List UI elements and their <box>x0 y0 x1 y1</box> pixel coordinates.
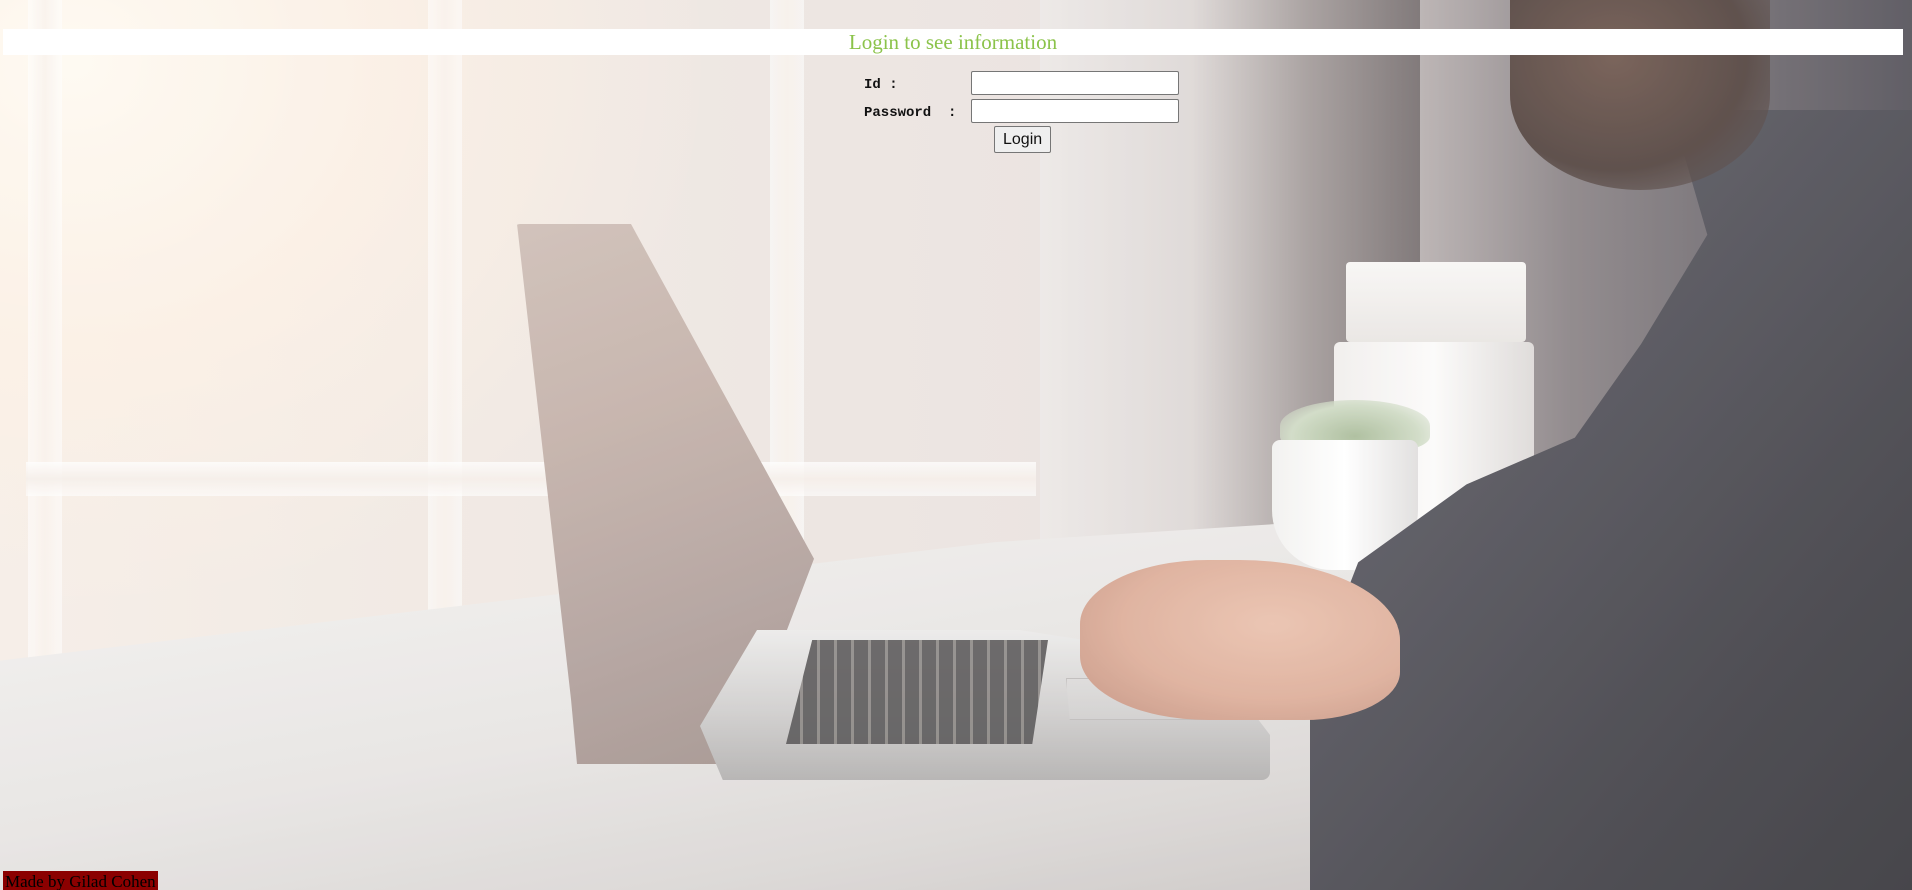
background-candle <box>1334 342 1534 552</box>
background-photo <box>0 0 720 620</box>
window-frame-left <box>28 0 62 690</box>
password-input[interactable] <box>971 99 1179 123</box>
login-page: Login to see information Id : Password :… <box>0 0 1912 890</box>
background-candle-top <box>1346 262 1526 342</box>
window-frame-right <box>770 0 804 620</box>
background-plant <box>1280 400 1430 452</box>
page-title: Login to see information <box>848 30 1058 54</box>
background-pot <box>1272 440 1418 570</box>
background-trackpad <box>1066 678 1254 720</box>
id-label: Id : <box>864 77 898 93</box>
header-bar: Login to see information <box>3 29 1903 55</box>
background-laptop-base <box>700 630 1270 780</box>
footer-credit: Made by Gilad Cohen <box>3 871 158 890</box>
background-table <box>0 520 1912 890</box>
login-button[interactable]: Login <box>994 126 1052 153</box>
window-frame-horizontal <box>26 462 1036 496</box>
background-person-arm <box>1310 110 1912 890</box>
background-overlay <box>0 0 1912 890</box>
window-frame-center <box>428 0 462 640</box>
background-person-hand <box>1080 560 1400 720</box>
background-keyboard <box>786 640 1048 744</box>
password-label: Password : <box>864 105 957 121</box>
id-input[interactable] <box>971 71 1179 95</box>
background-laptop-screen <box>517 224 814 764</box>
